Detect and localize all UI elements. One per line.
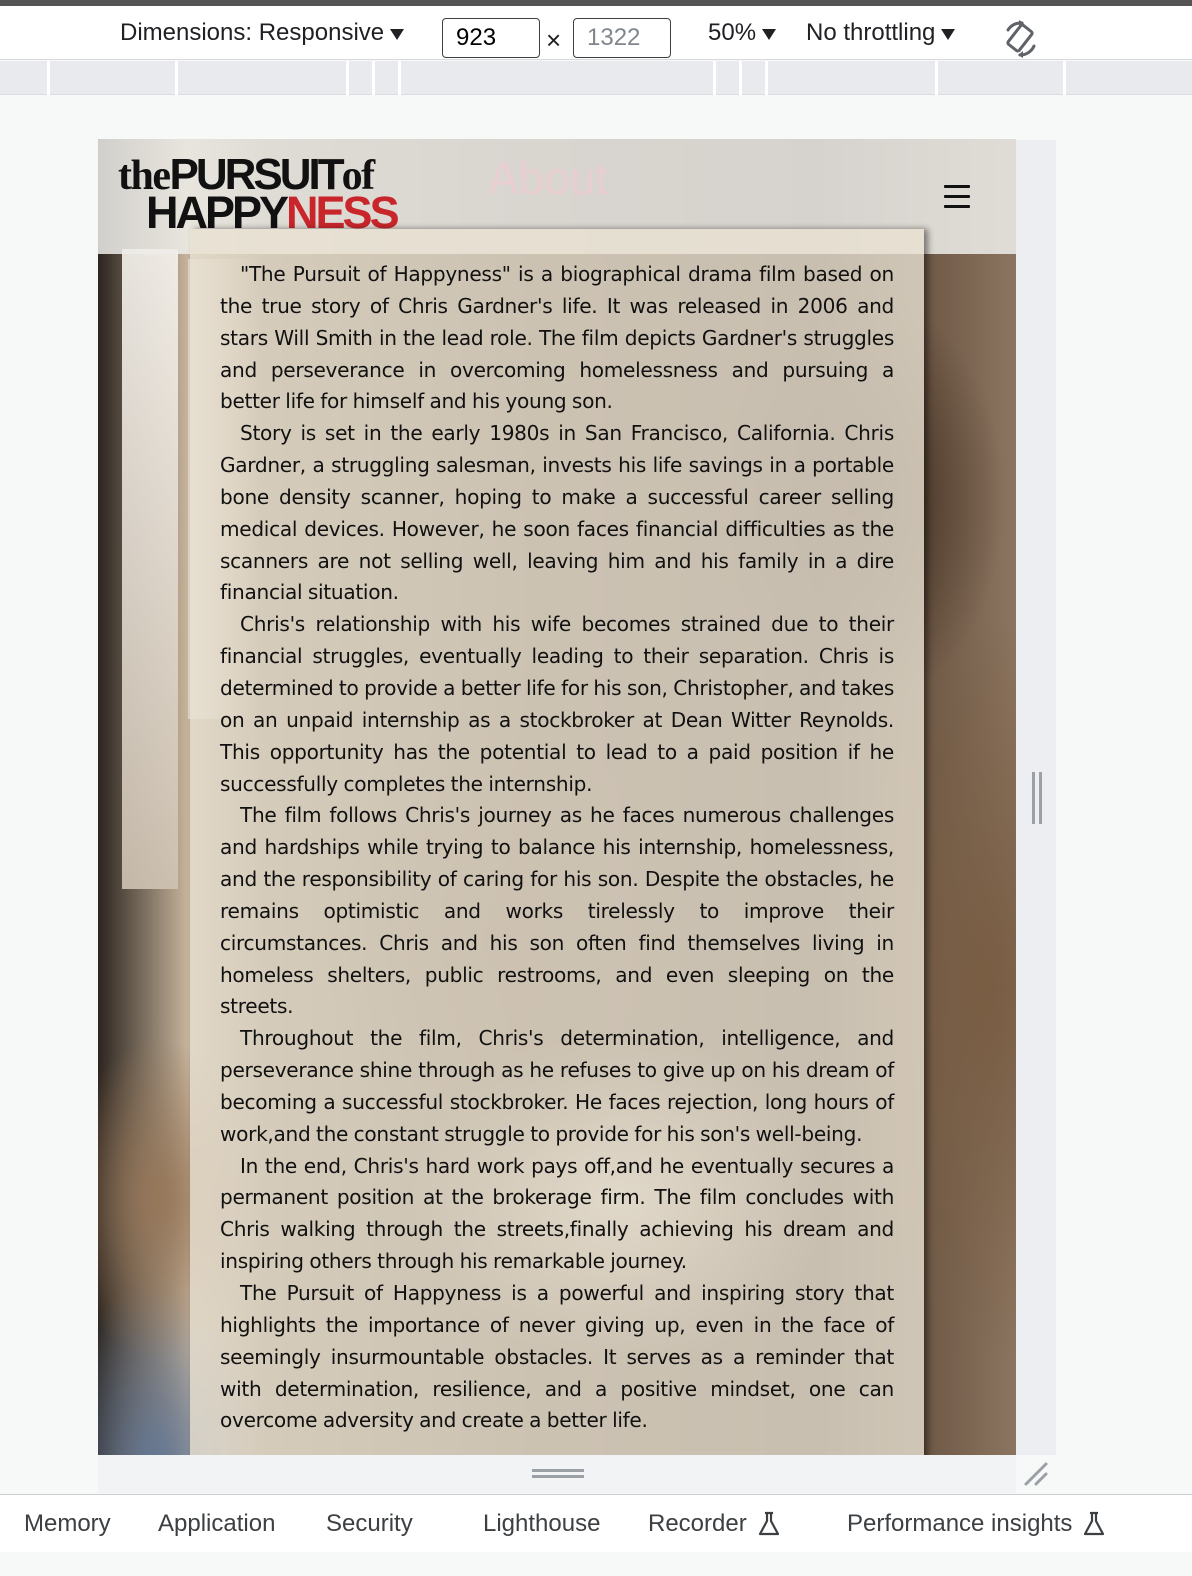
- tab-label: Memory: [24, 1510, 111, 1537]
- device-toolbar: Dimensions: Responsive 923 × 1322 50% No…: [0, 6, 1192, 60]
- ruler-tick: [713, 61, 716, 95]
- background-photo-highlight: [122, 249, 178, 889]
- flask-icon: [758, 1511, 779, 1536]
- times-sign: ×: [546, 24, 562, 55]
- width-input[interactable]: 923: [442, 18, 540, 58]
- article-paragraph: Throughout the film, Chris's determinati…: [220, 1026, 894, 1146]
- ruler-tick: [739, 61, 742, 95]
- tab-label: Security: [326, 1510, 413, 1537]
- corner-resize-icon[interactable]: [1022, 1460, 1050, 1488]
- ruler-tick: [372, 61, 375, 95]
- ruler-tick: [398, 61, 401, 95]
- height-input[interactable]: 1322: [573, 18, 671, 58]
- article-paragraph: The film follows Chris's journey as he f…: [220, 803, 894, 1019]
- devtools-tab-bar: Memory Application Security Lighthouse R…: [0, 1494, 1192, 1552]
- menu-bar: [944, 195, 970, 198]
- zoom-dropdown[interactable]: 50%: [708, 6, 777, 60]
- tab-label: Lighthouse: [483, 1510, 601, 1537]
- article-paragraph: "The Pursuit of Happyness" is a biograph…: [220, 262, 894, 414]
- zoom-label: 50%: [708, 19, 757, 46]
- chevron-down-icon: [762, 28, 777, 40]
- tab-lighthouse[interactable]: Lighthouse: [483, 1495, 600, 1553]
- ruler-tick: [765, 61, 768, 95]
- article-paragraph: The Pursuit of Happyness is a powerful a…: [220, 1281, 894, 1433]
- article-paragraph: Chris's relationship with his wife becom…: [220, 612, 894, 796]
- article-panel: "The Pursuit of Happyness" is a biograph…: [190, 229, 924, 1455]
- article-paragraph: In the end, Chris's hard work pays off,a…: [220, 1153, 894, 1274]
- tab-application[interactable]: Application: [158, 1495, 275, 1553]
- throttling-label: No throttling: [806, 19, 936, 46]
- emulated-viewport[interactable]: thePURSUITof HAPPYNESS About "The Pursui…: [98, 139, 1016, 1455]
- tab-label: Application: [158, 1510, 276, 1537]
- ruler-tick: [935, 61, 938, 95]
- flask-icon: [1084, 1511, 1105, 1536]
- hamburger-menu-icon[interactable]: [944, 185, 972, 209]
- ruler-tick: [1063, 61, 1066, 95]
- ruler-tick: [346, 61, 349, 95]
- right-resize-handle[interactable]: [1030, 772, 1044, 824]
- ruler-tick: [175, 61, 178, 95]
- handle-line: [1032, 772, 1035, 824]
- tab-recorder[interactable]: Recorder: [648, 1495, 781, 1553]
- media-query-bar[interactable]: [0, 61, 1192, 95]
- chevron-down-icon: [390, 28, 405, 40]
- rotate-icon[interactable]: [1002, 20, 1040, 58]
- menu-bar: [944, 205, 970, 208]
- ruler-tick: [47, 61, 50, 95]
- tab-performance-insights[interactable]: Performance insights: [847, 1495, 1106, 1553]
- tab-security[interactable]: Security: [326, 1495, 413, 1553]
- tab-label: Recorder: [648, 1510, 747, 1537]
- chevron-down-icon: [941, 28, 956, 40]
- handle-line: [532, 1469, 584, 1472]
- nav-link-about[interactable]: About: [488, 151, 608, 205]
- handle-line: [1039, 772, 1042, 824]
- article-paragraph: Story is set in the early 1980s in San F…: [220, 421, 894, 605]
- dimensions-dropdown[interactable]: Dimensions: Responsive: [120, 6, 405, 60]
- tab-memory[interactable]: Memory: [24, 1495, 111, 1553]
- bottom-resize-handle[interactable]: [532, 1469, 584, 1479]
- handle-line: [532, 1475, 584, 1478]
- tab-label: Performance insights: [847, 1510, 1073, 1537]
- menu-bar: [944, 185, 970, 188]
- dimensions-label: Dimensions: Responsive: [120, 19, 385, 46]
- throttling-dropdown[interactable]: No throttling: [806, 6, 956, 60]
